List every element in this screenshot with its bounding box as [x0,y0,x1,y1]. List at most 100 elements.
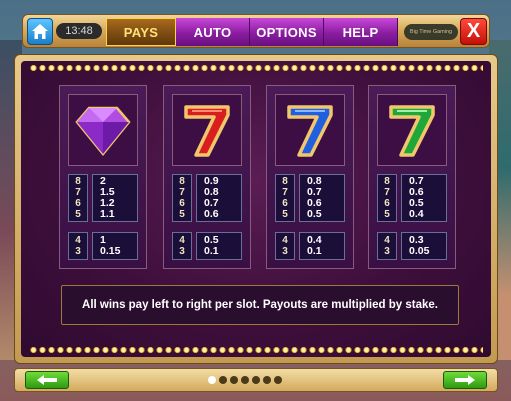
prev-page-button[interactable] [25,371,69,389]
symbol-box [275,94,345,166]
arrow-right-icon [455,375,475,385]
paytable-panel: 8 7 6 5 2 1.5 1.2 1.1 4 3 1 0.15 8 7 6 5… [21,61,491,357]
tab-auto-label: AUTO [193,24,232,40]
match-count: 7 [75,187,81,198]
match-count: 4 [179,235,185,246]
payout-values: 0.9 0.8 0.7 0.6 [204,176,219,220]
payout-group [196,174,242,222]
bottom-bar [14,368,498,392]
payout-values: 0.8 0.7 0.6 0.5 [307,176,322,220]
payout-value: 0.15 [100,245,121,257]
match-count: 4 [75,235,81,246]
top-bar: 13:48 PAYS AUTO OPTIONS HELP Big Time Ga… [22,14,490,48]
payout-value: 0.05 [409,245,430,257]
close-button[interactable]: X [460,18,487,45]
payout-value: 0.1 [204,245,219,257]
marquee-lights-bottom [29,347,483,353]
match-count: 3 [75,246,81,257]
payout-values: 0.4 0.1 [307,235,322,257]
page-dot[interactable] [241,376,249,384]
payout-group [401,174,447,222]
match-count: 6 [179,198,185,209]
match-count: 7 [179,187,185,198]
match-count: 6 [75,198,81,209]
tab-help-label: HELP [342,24,379,40]
paytable-card-red-seven: 8 7 6 5 0.9 0.8 0.7 0.6 4 3 0.5 0.1 [163,85,251,269]
info-text: All wins pay left to right per slot. Pay… [82,299,438,311]
match-count: 4 [384,235,390,246]
match-count: 8 [282,176,288,187]
tab-bar: PAYS AUTO OPTIONS HELP [106,18,398,46]
page-dot[interactable] [263,376,271,384]
page-indicator [208,376,282,384]
tab-pays-label: PAYS [123,24,159,40]
symbol-box [377,94,447,166]
payout-group [196,232,242,260]
payout-values: 0.3 0.05 [409,235,429,257]
match-count: 3 [384,246,390,257]
tab-options-label: OPTIONS [256,24,317,40]
home-button[interactable] [27,18,53,45]
page-dot[interactable] [208,376,216,384]
match-count: 5 [282,209,288,220]
purple-diamond-icon [75,106,131,156]
match-count: 8 [75,176,81,187]
paytable-card-blue-seven: 8 7 6 5 0.8 0.7 0.6 0.5 4 3 0.4 0.1 [266,85,354,269]
close-icon: X [466,20,481,42]
match-counts: 8 7 6 5 [172,176,192,220]
brand-logo: Big Time Gaming [404,24,458,40]
payout-values: 2 1.5 1.2 1.1 [100,176,115,220]
page-dot[interactable] [219,376,227,384]
payout-values: 0.7 0.6 0.5 0.4 [409,176,424,220]
paytable-card-diamond: 8 7 6 5 2 1.5 1.2 1.1 4 3 1 0.15 [59,85,147,269]
symbol-box [68,94,138,166]
match-count: 5 [384,209,390,220]
tab-options[interactable]: OPTIONS [250,18,324,46]
match-count: 7 [282,187,288,198]
clock: 13:48 [56,23,102,39]
brand-text: Big Time Gaming [409,29,453,35]
paytable-card-green-seven: 8 7 6 5 0.7 0.6 0.5 0.4 4 3 0.3 0.05 [368,85,456,269]
match-counts: 4 3 [377,235,397,257]
payout-values: 1 0.15 [100,235,120,257]
tab-pays[interactable]: PAYS [106,18,176,46]
match-count: 3 [282,246,288,257]
payout-value: 0.6 [204,208,219,220]
page-dot[interactable] [252,376,260,384]
red-seven-icon [184,105,230,157]
payout-value: 0.5 [307,208,322,220]
blue-seven-icon [287,105,333,157]
payout-group [299,174,345,222]
payout-value: 1.1 [100,208,115,220]
payout-values: 0.5 0.1 [204,235,219,257]
paytable-frame: 8 7 6 5 2 1.5 1.2 1.1 4 3 1 0.15 8 7 6 5… [14,54,498,364]
page-dot[interactable] [230,376,238,384]
next-page-button[interactable] [443,371,487,389]
payout-group [299,232,345,260]
match-count: 5 [179,209,185,220]
match-counts: 4 3 [68,235,88,257]
green-seven-icon [389,105,435,157]
match-counts: 4 3 [275,235,295,257]
match-count: 4 [282,235,288,246]
match-count: 6 [384,198,390,209]
match-count: 5 [75,209,81,220]
arrow-left-icon [37,375,57,385]
match-count: 8 [179,176,185,187]
payout-value: 0.4 [409,208,424,220]
match-counts: 8 7 6 5 [68,176,88,220]
info-banner: All wins pay left to right per slot. Pay… [61,285,459,325]
match-count: 7 [384,187,390,198]
match-counts: 8 7 6 5 [377,176,397,220]
symbol-box [172,94,242,166]
match-counts: 8 7 6 5 [275,176,295,220]
page-dot[interactable] [274,376,282,384]
marquee-lights-top [29,65,483,71]
match-count: 6 [282,198,288,209]
tab-help[interactable]: HELP [324,18,398,46]
payout-value: 0.1 [307,245,322,257]
tab-auto[interactable]: AUTO [176,18,250,46]
home-icon [32,24,48,39]
payout-group [92,174,138,222]
match-count: 8 [384,176,390,187]
